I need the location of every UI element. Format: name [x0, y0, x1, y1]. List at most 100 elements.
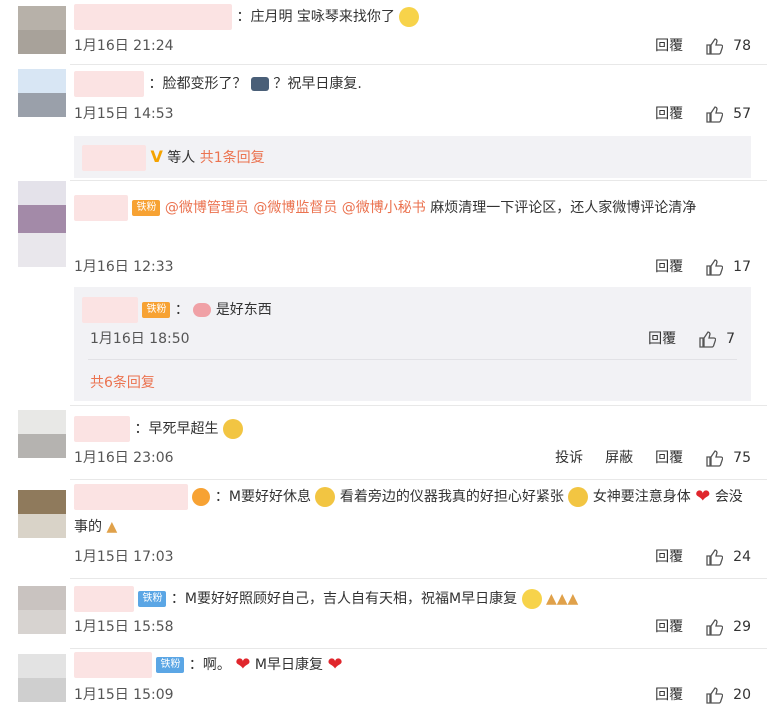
comment-text-continued: M早日康复 [254, 657, 323, 673]
reply-button[interactable]: 回覆 [655, 102, 683, 126]
mention-links[interactable]: @微博管理员 @微博监督员 @微博小秘书 [165, 200, 426, 216]
comment-time: 1月16日 12:33 [74, 259, 174, 275]
reply-button[interactable]: 回覆 [655, 545, 683, 569]
more-replies-link[interactable]: 共6条回复 [90, 371, 155, 395]
like-button[interactable]: 17 [705, 255, 751, 279]
like-count: 78 [733, 38, 751, 54]
thumbs-up-icon [706, 106, 724, 123]
thumbs-up-icon [706, 38, 724, 55]
reply-button[interactable]: 回覆 [655, 446, 683, 470]
comment-time: 1月15日 14:53 [74, 106, 174, 122]
like-button[interactable]: 57 [705, 102, 751, 126]
nested-reply-text-continued: 是好东西 [215, 302, 272, 318]
like-button[interactable]: 7 [698, 327, 735, 351]
comment-text: ：M要好好照顾好自己，吉人自有天相，祝福M早日康复 [170, 591, 518, 607]
comment-item: 铁粉 ：M要好好照顾好自己，吉人自有天相，祝福M早日康复 ▲▲▲ 1月15日 1… [0, 580, 767, 649]
comment-meta: 1月16日 21:24 回覆 78 [74, 34, 767, 58]
like-button[interactable]: 20 [705, 683, 751, 707]
divider [70, 648, 767, 649]
reply-button[interactable]: 回覆 [655, 255, 683, 279]
thumbs-up-icon [706, 619, 724, 636]
avatar[interactable] [18, 586, 66, 634]
username-blurred[interactable] [82, 145, 146, 171]
comment-text: ：庄月明 宝咏琴来找你了 [236, 9, 395, 25]
comment-meta: 1月15日 17:03 回覆 24 [74, 545, 767, 569]
verified-v-icon: V [150, 147, 163, 166]
comment-time: 1月15日 15:09 [74, 687, 174, 703]
comment-text: 麻烦清理一下评论区，还人家微博评论清净 [430, 200, 697, 216]
comment-item: 铁粉 @微博管理员 @微博监督员 @微博小秘书 麻烦清理一下评论区，还人家微博评… [0, 181, 767, 406]
username-blurred[interactable] [74, 195, 128, 221]
like-count: 20 [733, 687, 751, 703]
nested-reply-meta: 1月16日 18:50 回覆 7 [90, 327, 751, 351]
comment-body: ：脸都变形了？ ？祝早日康复. [74, 71, 747, 97]
reply-button[interactable]: 回覆 [655, 683, 683, 707]
fan-badge-icon [192, 488, 211, 506]
username-blurred[interactable] [74, 652, 152, 678]
username-blurred[interactable] [74, 71, 144, 97]
username-blurred[interactable] [74, 4, 232, 30]
like-count: 57 [733, 106, 751, 122]
comment-item: ：庄月明 宝咏琴来找你了 1月16日 21:24 回覆 78 [0, 0, 767, 65]
comment-meta: 1月15日 15:09 回覆 20 [74, 683, 767, 707]
comment-text-continued: 看着旁边的仪器我真的好担心好紧张 [339, 489, 564, 505]
car-emoji-icon [250, 77, 269, 91]
iron-fan-badge: 铁粉 [138, 591, 167, 607]
iron-fan-badge: 铁粉 [156, 657, 185, 673]
nested-reply-panel: 铁粉 ： 是好东西 1月16日 18:50 回覆 7 共6条回复 [74, 287, 751, 401]
comment-meta: 1月16日 23:06 投诉 屏蔽 回覆 75 [74, 446, 767, 470]
reply-button[interactable]: 回覆 [648, 327, 676, 351]
crying-emoji-icon [315, 487, 336, 507]
comment-item: ：早死早超生 1月16日 23:06 投诉 屏蔽 回覆 75 [0, 406, 767, 480]
avatar[interactable] [18, 181, 66, 267]
scream-emoji-icon [222, 419, 243, 439]
thumbs-up-icon [706, 549, 724, 566]
nested-reply-text: ： [174, 302, 189, 318]
like-button[interactable]: 78 [705, 34, 751, 58]
comment-text: ：M要好好休息 [214, 489, 311, 505]
username-blurred[interactable] [74, 586, 134, 612]
brain-emoji-icon [193, 303, 212, 317]
like-button[interactable]: 24 [705, 545, 751, 569]
iron-fan-badge: 铁粉 [132, 200, 161, 216]
thumbs-up-icon [706, 687, 724, 704]
comment-time: 1月15日 15:58 [74, 619, 174, 635]
avatar[interactable] [18, 410, 66, 458]
avatar[interactable] [18, 654, 66, 702]
avatar[interactable] [18, 69, 66, 117]
reply-button[interactable]: 回覆 [655, 34, 683, 58]
like-button[interactable]: 75 [705, 446, 751, 470]
reply-button[interactable]: 回覆 [655, 615, 683, 639]
thumbs-up-icon [706, 450, 724, 467]
comment-body: ：M要好好休息 看着旁边的仪器我真的好担心好紧张 女神要注意身体 ❤ 会没事的 … [74, 482, 747, 542]
reply-summary-panel: V 等人 共1条回复 [74, 136, 751, 178]
heart-emoji-icon: ❤ [695, 486, 711, 507]
like-count: 75 [733, 450, 751, 466]
like-button[interactable]: 29 [705, 615, 751, 639]
pray-emoji-icon: ▲ [106, 519, 118, 535]
username-blurred[interactable] [82, 297, 138, 323]
like-count: 17 [733, 259, 751, 275]
view-replies-link[interactable]: 共1条回复 [200, 150, 265, 166]
username-blurred[interactable] [74, 484, 188, 510]
comment-meta: 1月16日 12:33 回覆 17 [74, 255, 767, 279]
comment-time: 1月16日 23:06 [74, 450, 174, 466]
comment-item: ：脸都变形了？ ？祝早日康复. 1月15日 14:53 回覆 57 V 等人 共… [0, 65, 767, 181]
heart-emoji-icon: ❤ [327, 654, 343, 675]
crying-emoji-icon [568, 487, 589, 507]
avatar[interactable] [18, 6, 66, 54]
comment-text: ：啊。 [188, 657, 231, 673]
shocked-emoji-icon [521, 589, 542, 609]
avatar[interactable] [18, 490, 66, 538]
comment-item: ：M要好好休息 看着旁边的仪器我真的好担心好紧张 女神要注意身体 ❤ 会没事的 … [0, 480, 767, 580]
comment-text: ：脸都变形了？ [148, 76, 247, 92]
block-button[interactable]: 屏蔽 [605, 446, 633, 470]
like-count: 29 [733, 619, 751, 635]
nested-reply-time: 1月16日 18:50 [90, 331, 190, 347]
iron-fan-badge: 铁粉 [142, 302, 171, 318]
username-blurred[interactable] [74, 416, 130, 442]
divider [88, 359, 737, 360]
comment-text-continued: ？祝早日康复. [273, 76, 362, 92]
report-button[interactable]: 投诉 [555, 446, 583, 470]
thumbs-up-icon [706, 259, 724, 276]
